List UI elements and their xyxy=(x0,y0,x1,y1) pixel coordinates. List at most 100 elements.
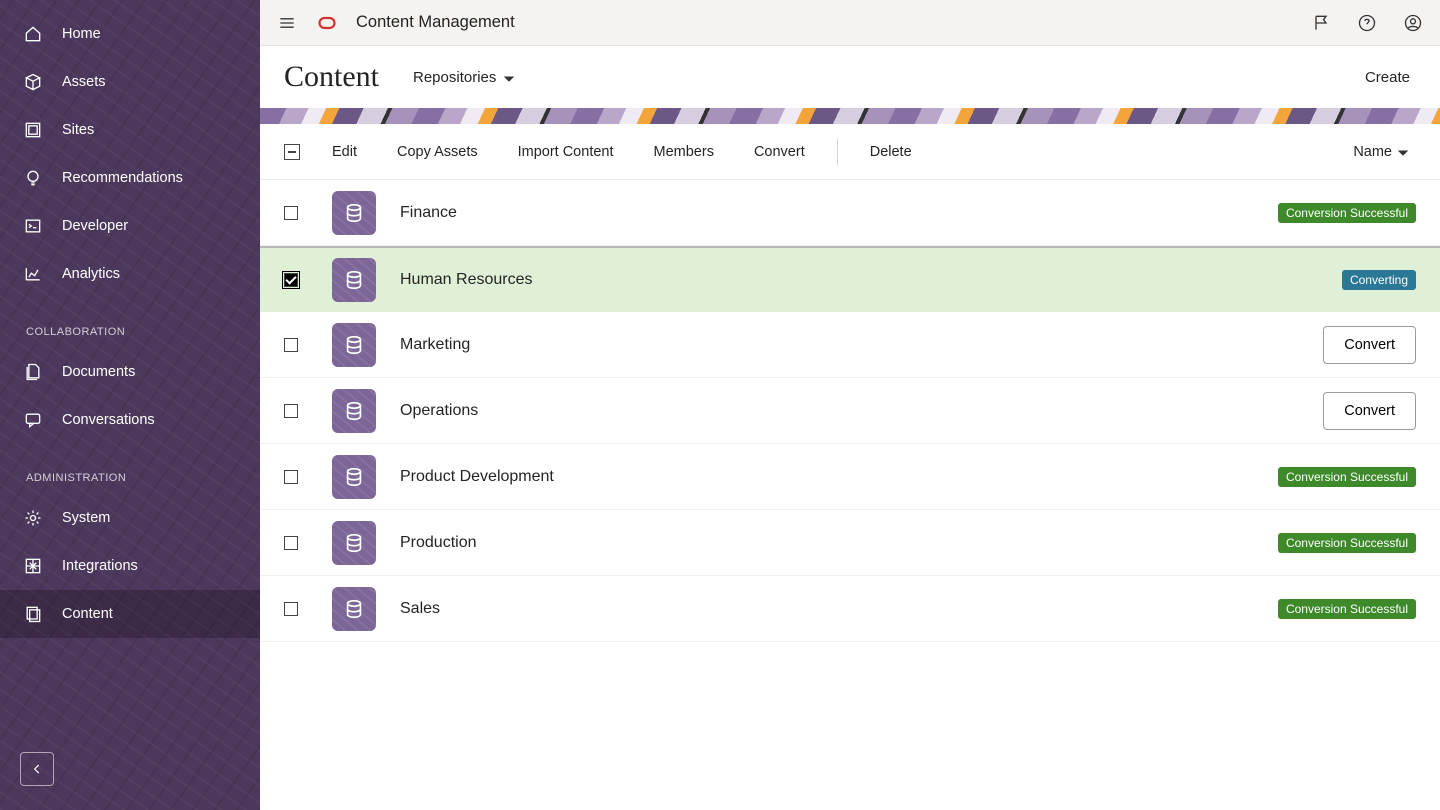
sidebar-item-label: Sites xyxy=(62,122,94,138)
table-row[interactable]: Human ResourcesConverting xyxy=(260,246,1440,312)
chevron-down-icon xyxy=(1398,144,1408,160)
row-checkbox[interactable] xyxy=(284,206,298,220)
main: Content Management Content Repositories … xyxy=(260,0,1440,810)
repository-name: Production xyxy=(400,534,1278,552)
row-checkbox[interactable] xyxy=(284,338,298,352)
sidebar-item-sites[interactable]: Sites xyxy=(0,106,260,154)
sidebar-item-content[interactable]: Content xyxy=(0,590,260,638)
topbar: Content Management xyxy=(260,0,1440,46)
sidebar-item-label: Conversations xyxy=(62,412,155,428)
members-action[interactable]: Members xyxy=(654,144,714,160)
row-checkbox[interactable] xyxy=(284,602,298,616)
row-checkbox[interactable] xyxy=(284,273,298,287)
integrations-icon xyxy=(22,555,44,577)
sidebar: Home Assets Sites Recommendations Develo… xyxy=(0,0,260,810)
sidebar-item-label: Content xyxy=(62,606,113,622)
decorative-stripe xyxy=(260,108,1440,124)
documents-icon xyxy=(22,361,44,383)
table-row[interactable]: Product DevelopmentConversion Successful xyxy=(260,444,1440,510)
database-icon xyxy=(332,258,376,302)
row-checkbox[interactable] xyxy=(284,536,298,550)
sidebar-item-system[interactable]: System xyxy=(0,494,260,542)
flag-icon[interactable] xyxy=(1308,10,1334,36)
table-row[interactable]: MarketingConvert xyxy=(260,312,1440,378)
sidebar-item-conversations[interactable]: Conversations xyxy=(0,396,260,444)
status-badge: Converting xyxy=(1342,270,1416,290)
table-row[interactable]: OperationsConvert xyxy=(260,378,1440,444)
sidebar-item-label: Developer xyxy=(62,218,128,234)
select-all-checkbox[interactable] xyxy=(284,144,300,160)
chevron-down-icon xyxy=(504,69,514,86)
status-badge: Conversion Successful xyxy=(1278,599,1416,619)
repository-name: Product Development xyxy=(400,468,1278,486)
repository-name: Sales xyxy=(400,600,1278,618)
sidebar-item-documents[interactable]: Documents xyxy=(0,348,260,396)
database-icon xyxy=(332,191,376,235)
repository-name: Human Resources xyxy=(400,271,1342,289)
sidebar-item-recommendations[interactable]: Recommendations xyxy=(0,154,260,202)
sort-label: Name xyxy=(1353,144,1392,160)
help-icon[interactable] xyxy=(1354,10,1380,36)
convert-button[interactable]: Convert xyxy=(1323,392,1416,430)
terminal-icon xyxy=(22,215,44,237)
gear-icon xyxy=(22,507,44,529)
repository-name: Finance xyxy=(400,204,1278,222)
sidebar-item-label: Documents xyxy=(62,364,135,380)
repository-name: Marketing xyxy=(400,336,1323,354)
app-title: Content Management xyxy=(356,13,515,32)
database-icon xyxy=(332,323,376,367)
table-row[interactable]: SalesConversion Successful xyxy=(260,576,1440,642)
sidebar-item-label: Assets xyxy=(62,74,106,90)
table-row[interactable]: FinanceConversion Successful xyxy=(260,180,1440,246)
cube-icon xyxy=(22,71,44,93)
sidebar-item-label: Integrations xyxy=(62,558,138,574)
edit-action[interactable]: Edit xyxy=(332,144,357,160)
sidebar-item-label: Home xyxy=(62,26,101,42)
chart-icon xyxy=(22,263,44,285)
repository-list: FinanceConversion SuccessfulHuman Resour… xyxy=(260,180,1440,810)
table-row[interactable]: ProductionConversion Successful xyxy=(260,510,1440,576)
copy-assets-action[interactable]: Copy Assets xyxy=(397,144,478,160)
database-icon xyxy=(332,455,376,499)
row-checkbox[interactable] xyxy=(284,470,298,484)
sidebar-section-collaboration: COLLABORATION xyxy=(0,298,260,348)
row-checkbox[interactable] xyxy=(284,404,298,418)
sites-icon xyxy=(22,119,44,141)
convert-action[interactable]: Convert xyxy=(754,144,805,160)
action-bar: Edit Copy Assets Import Content Members … xyxy=(260,124,1440,180)
sidebar-section-administration: ADMINISTRATION xyxy=(0,444,260,494)
create-button[interactable]: Create xyxy=(1365,69,1416,86)
repository-name: Operations xyxy=(400,402,1323,420)
sidebar-item-label: System xyxy=(62,510,110,526)
sidebar-item-assets[interactable]: Assets xyxy=(0,58,260,106)
status-badge: Conversion Successful xyxy=(1278,533,1416,553)
database-icon xyxy=(332,587,376,631)
sidebar-item-analytics[interactable]: Analytics xyxy=(0,250,260,298)
page-title: Content xyxy=(284,60,379,94)
sidebar-item-developer[interactable]: Developer xyxy=(0,202,260,250)
repositories-dropdown[interactable]: Repositories xyxy=(413,69,514,86)
import-content-action[interactable]: Import Content xyxy=(518,144,614,160)
delete-action[interactable]: Delete xyxy=(870,144,912,160)
sidebar-item-home[interactable]: Home xyxy=(0,10,260,58)
content-icon xyxy=(22,603,44,625)
sidebar-item-label: Recommendations xyxy=(62,170,183,186)
database-icon xyxy=(332,389,376,433)
home-icon xyxy=(22,23,44,45)
status-badge: Conversion Successful xyxy=(1278,203,1416,223)
oracle-logo-icon xyxy=(314,10,340,36)
chat-icon xyxy=(22,409,44,431)
sidebar-item-label: Analytics xyxy=(62,266,120,282)
dropdown-label: Repositories xyxy=(413,69,496,86)
sort-dropdown[interactable]: Name xyxy=(1353,144,1408,160)
user-icon[interactable] xyxy=(1400,10,1426,36)
subheader: Content Repositories Create xyxy=(260,46,1440,108)
menu-button[interactable] xyxy=(274,10,300,36)
sidebar-item-integrations[interactable]: Integrations xyxy=(0,542,260,590)
database-icon xyxy=(332,521,376,565)
collapse-sidebar-button[interactable] xyxy=(20,752,54,786)
bulb-icon xyxy=(22,167,44,189)
separator xyxy=(837,139,838,165)
convert-button[interactable]: Convert xyxy=(1323,326,1416,364)
status-badge: Conversion Successful xyxy=(1278,467,1416,487)
